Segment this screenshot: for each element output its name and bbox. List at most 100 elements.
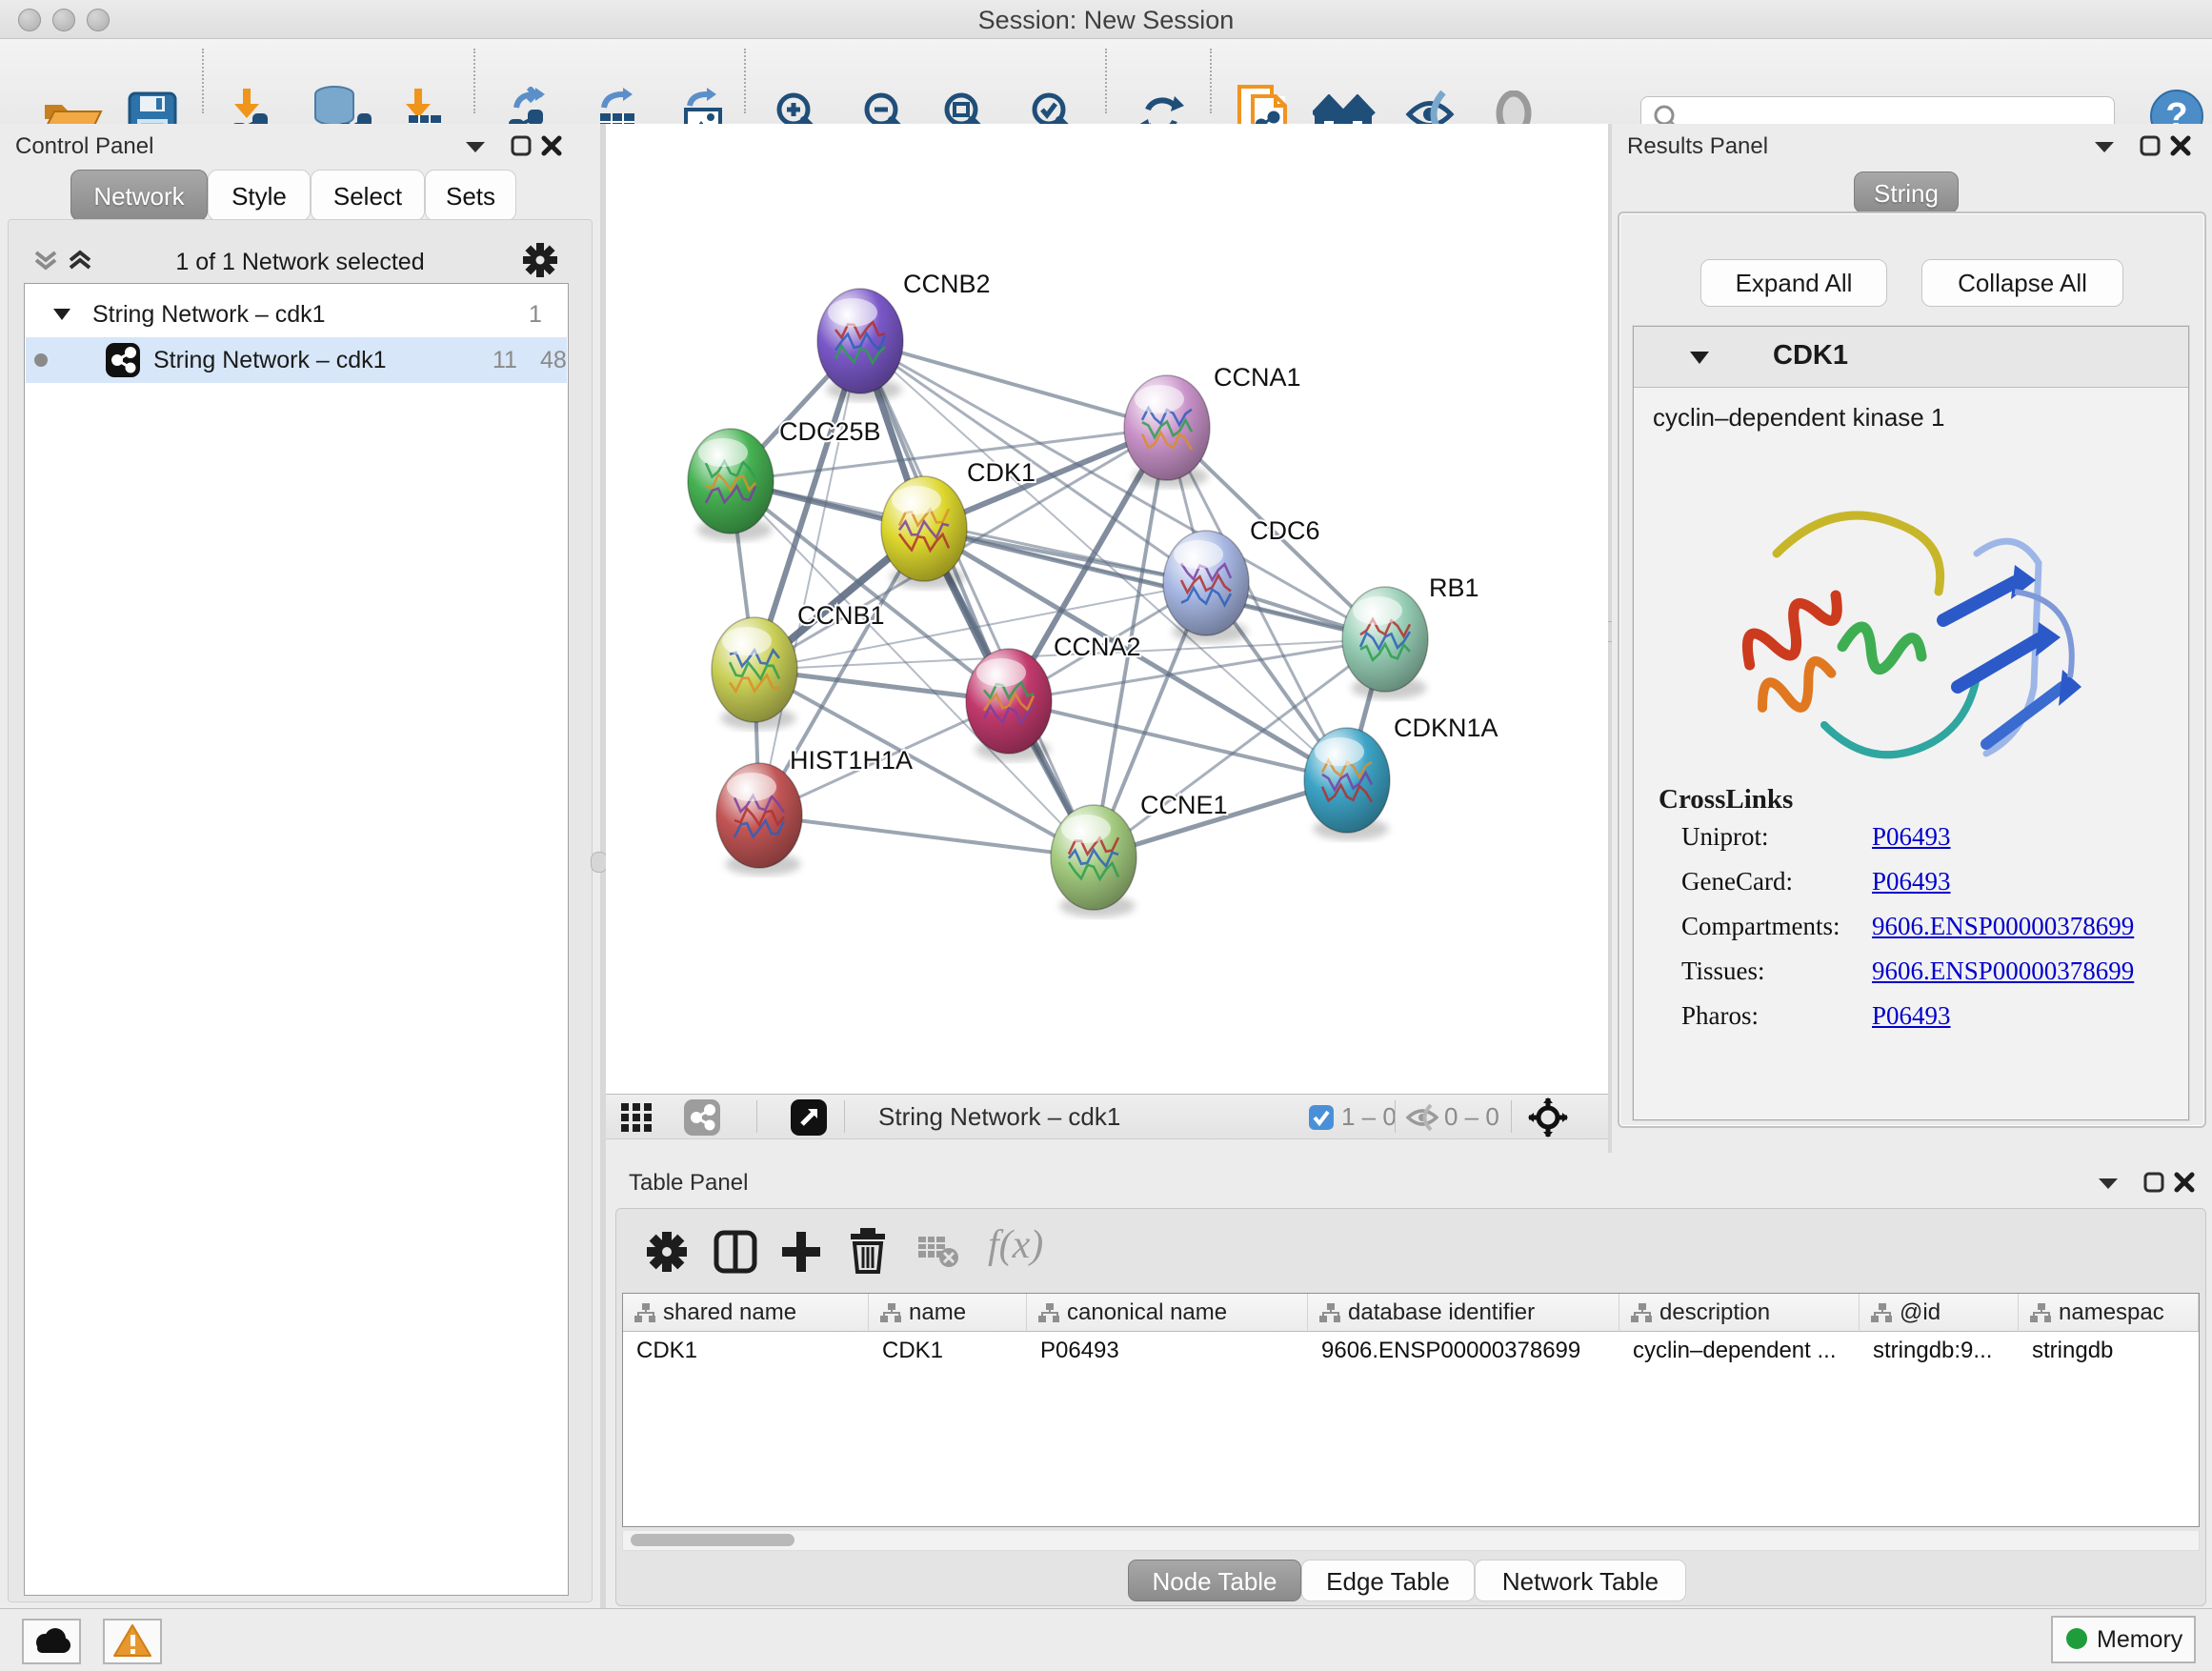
expand-all-button[interactable]: Expand All [1700,259,1887,307]
network-canvas[interactable]: CCNB2CCNA1CDC25BCDK1CDC6RB1CCNB1CCNA2CDK… [606,124,1608,1094]
network-edge[interactable] [1009,701,1347,780]
table-cell[interactable]: 9606.ENSP00000378699 [1308,1333,1619,1369]
tab-select[interactable]: Select [311,170,425,221]
network-edge[interactable] [759,815,1094,857]
crosslink-link[interactable]: P06493 [1872,822,1951,852]
table-cell[interactable]: CDK1 [623,1333,869,1369]
float-menu-icon[interactable] [2098,1176,2119,1196]
node-label-CCNB2: CCNB2 [903,270,991,298]
window-title: Session: New Session [0,6,2212,35]
status-bar: Memory [0,1608,2212,1671]
float-panel-icon[interactable] [2140,135,2161,161]
crosslink-link[interactable]: P06493 [1872,867,1951,896]
close-panel-icon[interactable] [2170,135,2191,161]
tab-network-table[interactable]: Network Table [1475,1560,1686,1601]
memory-status-dot [2066,1628,2087,1649]
network-node-CDKN1A[interactable] [1304,728,1390,840]
column-header-canonical-name[interactable]: canonical name [1027,1294,1308,1332]
delete-column-icon[interactable] [847,1228,889,1278]
crosslinks-title: CrossLinks [1659,784,1793,815]
column-header-description[interactable]: description [1619,1294,1860,1332]
entry-header[interactable]: CDK1 [1634,327,2188,388]
tab-node-table[interactable]: Node Table [1128,1560,1301,1601]
toolbar-separator [1105,49,1107,113]
close-panel-icon[interactable] [541,135,562,161]
network-node-CCNA2[interactable] [966,649,1052,761]
horizontal-splitter[interactable] [606,1139,1608,1153]
tab-sets[interactable]: Sets [425,170,516,221]
table-cell[interactable]: CDK1 [869,1333,1027,1369]
column-header-shared-name[interactable]: shared name [623,1294,869,1332]
network-collection-row[interactable]: String Network – cdk1 1 [26,292,567,337]
table-cell[interactable]: stringdb [2019,1333,2199,1369]
network-node-CCNE1[interactable] [1051,805,1136,917]
network-options-gear-icon[interactable] [523,243,557,282]
delete-table-icon [917,1236,959,1273]
open-in-window-icon[interactable] [791,1099,827,1140]
show-columns-icon[interactable] [714,1230,757,1278]
network-node-RB1[interactable] [1342,587,1428,699]
add-column-icon[interactable] [780,1230,822,1278]
results-panel: Results Panel String Expand All Collapse… [1612,124,2212,1153]
tab-network[interactable]: Network [70,170,208,221]
node-label-CDC6: CDC6 [1250,516,1320,545]
network-tree: String Network – cdk1 1 String Network –… [24,283,569,1596]
network-node-CCNB1[interactable] [712,617,797,730]
table-cell[interactable]: stringdb:9... [1860,1333,2019,1369]
network-type-icon [106,343,140,377]
node-label-CCNE1: CCNE1 [1140,791,1228,819]
selected-checkbox-icon[interactable] [1309,1105,1334,1135]
node-label-CDK1: CDK1 [967,458,1036,487]
hidden-counts: 0 – 0 [1444,1102,1499,1132]
table-horizontal-scrollbar[interactable] [622,1531,2200,1551]
network-edge[interactable] [860,341,1094,857]
column-header-name[interactable]: name [869,1294,1027,1332]
table-panel: Table Panel f(x) shared namenamecanonica… [606,1153,2212,1608]
node-label-CCNA2: CCNA2 [1054,633,1141,661]
column-header-namespac[interactable]: namespac [2019,1294,2199,1332]
network-edge[interactable] [759,341,860,815]
node-label-CDKN1A: CDKN1A [1394,714,1498,742]
network-node-CCNA1[interactable] [1124,375,1210,488]
network-node-CDK1[interactable] [881,476,967,589]
tab-style[interactable]: Style [208,170,311,221]
crosslink-link[interactable]: 9606.ENSP00000378699 [1872,956,2134,986]
network-edge[interactable] [860,341,1167,428]
crosslink-link[interactable]: 9606.ENSP00000378699 [1872,912,2134,941]
table-settings-gear-icon[interactable] [647,1232,687,1277]
float-menu-icon[interactable] [465,139,486,159]
column-header-database-identifier[interactable]: database identifier [1308,1294,1619,1332]
network-node-CDC25B[interactable] [688,429,774,541]
collapse-all-button[interactable]: Collapse All [1921,259,2123,307]
node-label-CCNA1: CCNA1 [1214,363,1301,392]
table-card: f(x) shared namenamecanonical namedataba… [615,1208,2206,1606]
network-node-HIST1H1A[interactable] [716,763,802,876]
warning-status-button[interactable] [103,1619,162,1664]
memory-button[interactable]: Memory [2051,1616,2196,1663]
network-row-selected[interactable]: String Network – cdk1 11 48 [26,337,567,383]
network-view-toolbar: String Network – cdk1 1 – 0 0 – 0 [606,1094,1608,1139]
node-label-CDC25B: CDC25B [779,417,881,446]
float-panel-icon[interactable] [511,135,532,161]
close-panel-icon[interactable] [2174,1172,2195,1198]
toolbar-separator [1210,49,1212,113]
network-node-CCNB2[interactable] [817,289,903,401]
cloud-status-button[interactable] [22,1619,81,1664]
column-header--id[interactable]: @id [1860,1294,2019,1332]
network-share-icon[interactable] [684,1099,720,1140]
float-panel-icon[interactable] [2143,1172,2164,1198]
birds-eye-view-icon[interactable] [620,1102,653,1137]
network-selection-status: 1 of 1 Network selected [9,249,592,276]
scrollbar-thumb[interactable] [631,1534,794,1546]
pan-crosshair-icon[interactable] [1528,1097,1568,1142]
float-menu-icon[interactable] [2094,139,2115,159]
collapse-entry-icon[interactable] [1689,350,1710,366]
crosslink-label: Uniprot: [1681,822,1769,852]
crosslink-link[interactable]: P06493 [1872,1001,1951,1031]
table-cell[interactable]: P06493 [1027,1333,1308,1369]
toolbar-separator [202,49,204,113]
tab-string[interactable]: String [1854,171,1959,213]
table-cell[interactable]: cyclin–dependent ... [1619,1333,1860,1369]
tab-edge-table[interactable]: Edge Table [1301,1560,1475,1601]
selected-counts: 1 – 0 [1341,1102,1397,1132]
